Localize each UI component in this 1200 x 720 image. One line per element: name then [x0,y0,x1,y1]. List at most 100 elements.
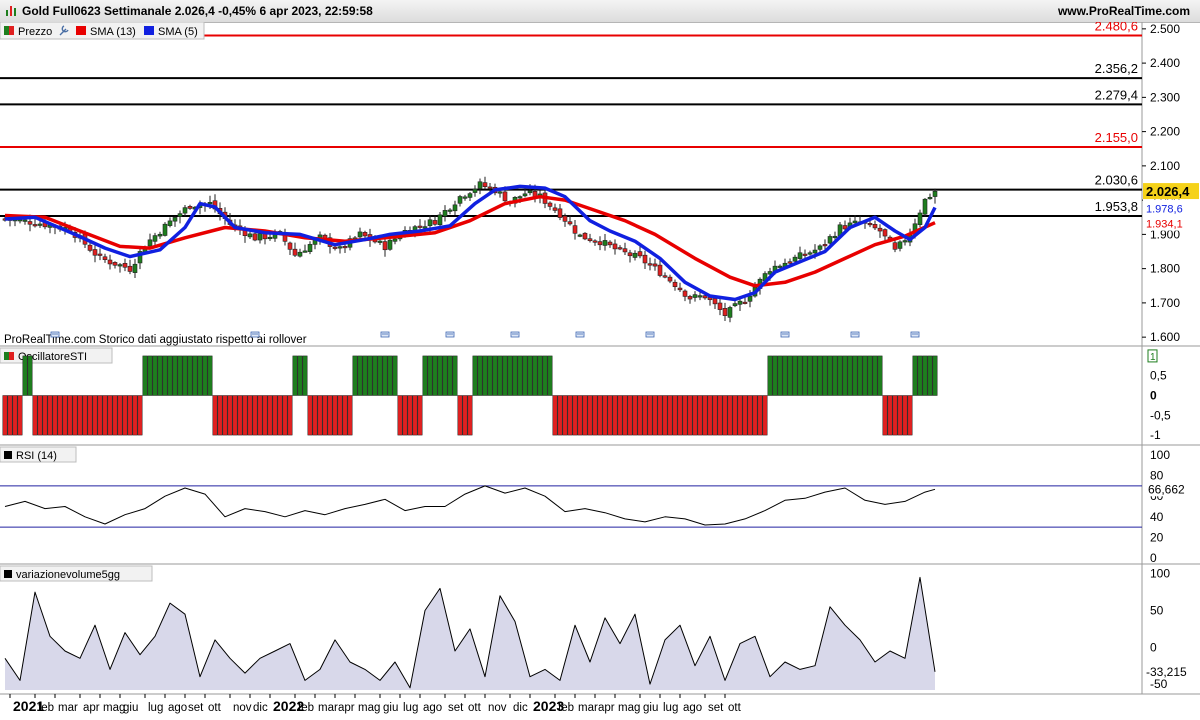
candle-down [637,251,643,257]
candle-up [207,202,213,205]
x-tick-label: mag [358,702,380,714]
osc-bar-up [182,355,188,396]
candle-up [247,233,253,238]
osc-bar-down [212,395,218,436]
x-tick-label: giu [123,702,138,714]
candle-up [257,233,263,241]
candle-down [667,276,673,282]
osc-bar-down [712,395,718,436]
candle-up [422,226,428,229]
rsi-tick-label: 40 [1150,510,1164,524]
osc-bar-up [932,355,938,396]
candle-up [777,265,783,268]
osc-bar-down [117,395,123,436]
x-tick-label: dic [513,702,528,714]
x-tick-label: apr [598,702,615,714]
candle-up [577,234,583,237]
osc-bar-up [177,355,183,396]
candle-up [902,240,908,243]
candle-up [817,245,823,250]
osc-bar-down [572,395,578,436]
osc-swatch-up [4,352,9,360]
candle-up [172,217,178,222]
candle-down [892,242,898,250]
osc-bar-up [202,355,208,396]
osc-bar-down [567,395,573,436]
candle-up [927,197,933,200]
osc-bar-down [652,395,658,436]
candle-down [717,302,723,310]
x-tick-label: ott [208,702,222,714]
candle-up [167,220,173,226]
osc-bar-down [592,395,598,436]
candle-up [117,264,123,267]
legend-sma5: SMA (5) [158,26,198,38]
candle-up [392,238,398,242]
candle-down [287,242,293,250]
osc-bar-up [387,355,393,396]
osc-bar-up [862,355,868,396]
osc-bar-up [812,355,818,396]
osc-bar-down [67,395,73,436]
osc-bar-down [257,395,263,436]
osc-bar-up [847,355,853,396]
osc-bar-down [132,395,138,436]
legend-swatch-up [4,26,9,35]
vol-tick-label: -50 [1150,677,1168,691]
rsi-tick-label: 100 [1150,448,1170,462]
legend-swatch-down [9,26,14,35]
candle-down [672,281,678,288]
osc-bar-up [392,355,398,396]
candle-up [792,256,798,262]
price-tick-label: 1.600 [1150,330,1180,344]
osc-bar-up [912,355,918,396]
candle-down [722,308,728,316]
osc-bar-down [897,395,903,436]
osc-bar-up [787,355,793,396]
osc-bar-down [647,395,653,436]
osc-bar-down [642,395,648,436]
osc-bar-up [197,355,203,396]
candle-up [147,239,153,247]
osc-bar-down [707,395,713,436]
osc-bar-down [72,395,78,436]
candle-up [917,212,923,225]
osc-bar-down [557,395,563,436]
osc-bar-up [147,355,153,396]
osc-bar-down [277,395,283,436]
title-bar: Gold Full0623 Settimanale 2.026,4 -0,45%… [0,0,1200,23]
candle-down [252,233,258,241]
candle-up [852,220,858,224]
osc-bar-up [922,355,928,396]
candle-down [582,232,588,240]
candle-down [567,221,573,225]
candle-up [442,210,448,217]
candle-down [417,225,423,228]
chart-canvas[interactable]: 2.5002.4002.3002.2002.1002.0001.9001.800… [0,22,1200,720]
price-tick-label: 2.200 [1150,125,1180,139]
x-tick-label: set [708,702,724,714]
osc-bar-up [477,355,483,396]
legend-sma13-swatch [76,26,86,35]
x-tick-label: nov [488,702,507,714]
osc-bar-down [617,395,623,436]
osc-bar-down [762,395,768,436]
candle-down [92,249,98,256]
osc-bar-down [217,395,223,436]
osc-bar-up [442,355,448,396]
osc-bar-down [402,395,408,436]
rollover-marker-icon [850,331,860,338]
candle-down [432,220,438,225]
osc-bar-down [227,395,233,436]
osc-bar-down [242,395,248,436]
candle-up [182,207,188,214]
osc-bar-up [447,355,453,396]
rsi-title: RSI (14) [16,450,57,462]
osc-bar-up [832,355,838,396]
osc-bar-up [817,355,823,396]
osc-bar-down [717,395,723,436]
x-tick-label: dic [253,702,268,714]
osc-bar-up [427,355,433,396]
osc-bar-up [822,355,828,396]
candle-up [302,250,308,253]
